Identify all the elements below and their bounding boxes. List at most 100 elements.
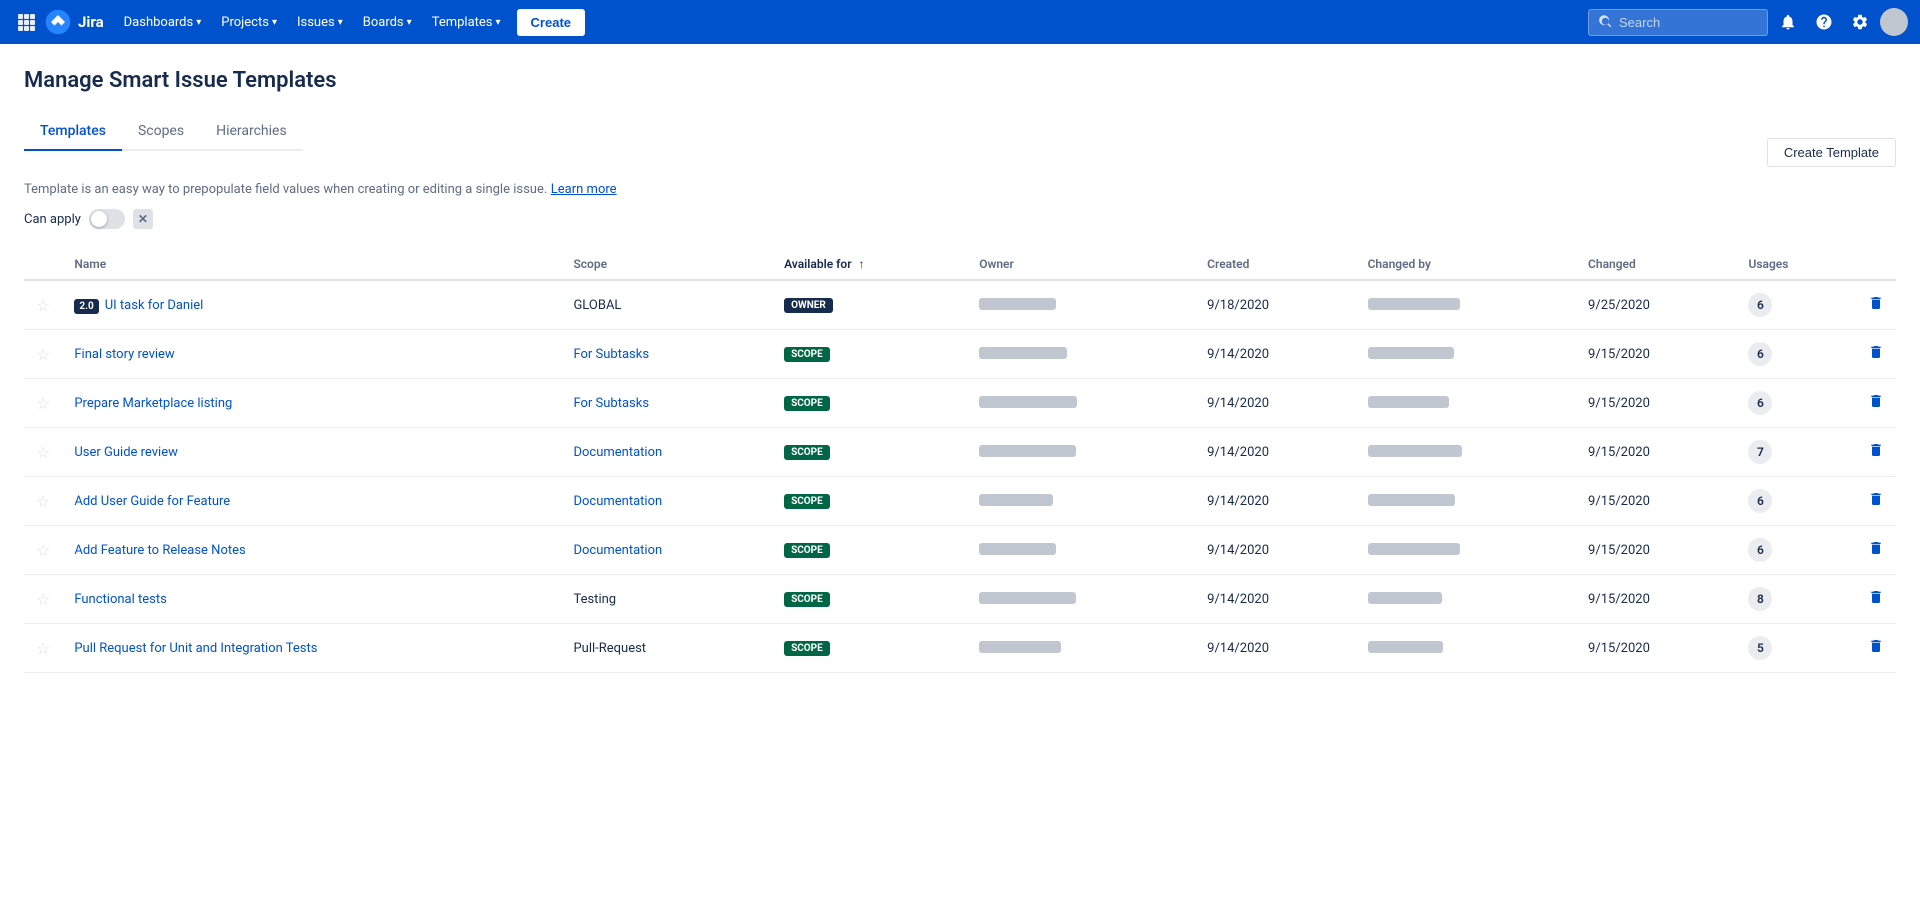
delete-button[interactable]: [1868, 299, 1884, 315]
tab-scopes[interactable]: Scopes: [122, 113, 200, 151]
top-navigation: Jira Dashboards ▾ Projects ▾ Issues ▾ Bo…: [0, 0, 1920, 44]
usages-count: 7: [1748, 440, 1772, 464]
owner-value: [979, 543, 1056, 555]
can-apply-row: Can apply ✕: [24, 209, 1896, 229]
nav-boards[interactable]: Boards ▾: [355, 9, 420, 36]
description-row: Template is an easy way to prepopulate f…: [24, 181, 1896, 197]
delete-button[interactable]: [1868, 544, 1884, 560]
col-changed[interactable]: Changed: [1576, 249, 1736, 280]
create-template-button[interactable]: Create Template: [1767, 138, 1896, 167]
table-row: ☆ Final story review For Subtasks SCOPE 9/1…: [24, 330, 1896, 379]
scope-value: Pull-Request: [573, 641, 646, 656]
template-name-link[interactable]: Functional tests: [74, 592, 166, 607]
created-date: 9/14/2020: [1207, 641, 1269, 656]
col-scope[interactable]: Scope: [561, 249, 772, 280]
changed-date: 9/15/2020: [1588, 347, 1650, 362]
star-button[interactable]: ☆: [36, 492, 50, 511]
can-apply-clear-button[interactable]: ✕: [133, 209, 153, 229]
scope-value: Documentation: [573, 494, 662, 509]
star-button[interactable]: ☆: [36, 541, 50, 560]
table-row: ☆ Pull Request for Unit and Integration T…: [24, 624, 1896, 673]
star-button[interactable]: ☆: [36, 296, 50, 315]
changed-date: 9/25/2020: [1588, 298, 1650, 313]
owner-value: [979, 396, 1077, 408]
template-name-link[interactable]: UI task for Daniel: [105, 298, 204, 313]
star-button[interactable]: ☆: [36, 443, 50, 462]
changed-by-value: [1368, 592, 1442, 604]
template-name-link[interactable]: User Guide review: [74, 445, 178, 460]
search-icon: [1599, 15, 1613, 29]
delete-button[interactable]: [1868, 397, 1884, 413]
star-button[interactable]: ☆: [36, 345, 50, 364]
delete-button[interactable]: [1868, 446, 1884, 462]
table-row: ☆2.0UI task for DanielGLOBALOWNER 9/18/2…: [24, 280, 1896, 330]
template-name-link[interactable]: Add User Guide for Feature: [74, 494, 230, 509]
created-date: 9/14/2020: [1207, 396, 1269, 411]
template-name-link[interactable]: Add Feature to Release Notes: [74, 543, 245, 558]
learn-more-link[interactable]: Learn more: [551, 182, 617, 197]
templates-table: Name Scope Available for ↑ Owner Created…: [24, 249, 1896, 673]
star-button[interactable]: ☆: [36, 590, 50, 609]
col-name[interactable]: Name: [62, 249, 561, 280]
delete-button[interactable]: [1868, 642, 1884, 658]
create-button[interactable]: Create: [517, 9, 585, 36]
col-owner[interactable]: Owner: [967, 249, 1195, 280]
col-available-for[interactable]: Available for ↑: [772, 249, 967, 280]
can-apply-toggle[interactable]: [89, 209, 125, 229]
available-badge: SCOPE: [784, 641, 830, 656]
col-created[interactable]: Created: [1195, 249, 1355, 280]
changed-date: 9/15/2020: [1588, 543, 1650, 558]
nav-templates[interactable]: Templates ▾: [424, 9, 509, 36]
available-badge: SCOPE: [784, 347, 830, 362]
grid-icon[interactable]: [12, 8, 40, 36]
available-badge: SCOPE: [784, 494, 830, 509]
delete-button[interactable]: [1868, 348, 1884, 364]
changed-by-value: [1368, 298, 1460, 310]
scope-value: For Subtasks: [573, 347, 649, 362]
star-button[interactable]: ☆: [36, 639, 50, 658]
table-row: ☆Add Feature to Release NotesDocumentati…: [24, 526, 1896, 575]
table-row: ☆User Guide reviewDocumentationSCOPE 9/1…: [24, 428, 1896, 477]
nav-projects[interactable]: Projects ▾: [213, 9, 285, 36]
template-name-link[interactable]: Pull Request for Unit and Integration Te…: [74, 641, 317, 656]
usages-count: 6: [1748, 391, 1772, 415]
table-row: ☆Prepare Marketplace listingFor Subtasks…: [24, 379, 1896, 428]
page-content: Manage Smart Issue Templates Templates S…: [0, 44, 1920, 673]
tab-templates[interactable]: Templates: [24, 113, 122, 151]
delete-button[interactable]: [1868, 495, 1884, 511]
template-name-link[interactable]: Prepare Marketplace listing: [74, 396, 232, 411]
col-actions: [1856, 249, 1896, 280]
star-button[interactable]: ☆: [36, 394, 50, 413]
template-name-link[interactable]: Final story review: [74, 347, 174, 362]
search-box[interactable]: [1588, 9, 1768, 36]
jira-logo[interactable]: Jira: [44, 8, 104, 36]
owner-value: [979, 494, 1053, 506]
col-changed-by[interactable]: Changed by: [1356, 249, 1576, 280]
settings-icon[interactable]: [1844, 6, 1876, 38]
available-badge: OWNER: [784, 298, 833, 313]
usages-count: 8: [1748, 587, 1772, 611]
usages-count: 6: [1748, 293, 1772, 317]
nav-issues[interactable]: Issues ▾: [289, 9, 351, 36]
created-date: 9/14/2020: [1207, 592, 1269, 607]
user-avatar[interactable]: [1880, 8, 1908, 36]
table-header-row: Name Scope Available for ↑ Owner Created…: [24, 249, 1896, 280]
chevron-down-icon: ▾: [338, 17, 343, 28]
created-date: 9/14/2020: [1207, 445, 1269, 460]
changed-date: 9/15/2020: [1588, 445, 1650, 460]
tab-bar: Templates Scopes Hierarchies: [24, 113, 303, 151]
created-date: 9/18/2020: [1207, 298, 1269, 313]
help-icon[interactable]: [1808, 6, 1840, 38]
description-text: Template is an easy way to prepopulate f…: [24, 182, 547, 197]
chevron-down-icon: ▾: [196, 17, 201, 28]
notifications-icon[interactable]: [1772, 6, 1804, 38]
col-usages[interactable]: Usages: [1736, 249, 1856, 280]
usages-count: 6: [1748, 489, 1772, 513]
nav-dashboards[interactable]: Dashboards ▾: [116, 9, 210, 36]
search-input[interactable]: [1619, 15, 1749, 30]
owner-value: [979, 641, 1061, 653]
delete-button[interactable]: [1868, 593, 1884, 609]
changed-by-value: [1368, 641, 1443, 653]
changed-by-value: [1368, 347, 1454, 359]
tab-hierarchies[interactable]: Hierarchies: [200, 113, 303, 151]
